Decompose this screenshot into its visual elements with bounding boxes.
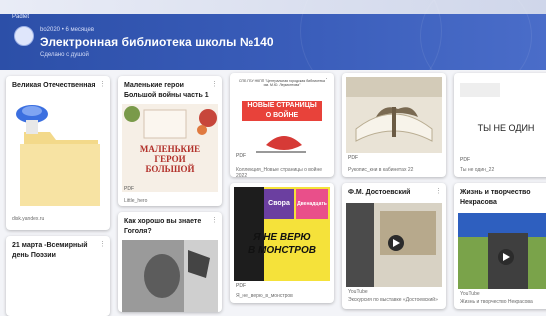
post-caption: Я_не_верю_в_монстров [236, 293, 293, 299]
video-thumbnail [458, 213, 546, 289]
book-title-line: Я НЕ ВЕРЮ [253, 232, 311, 243]
post-caption: Коллекция_Новые страницы о войне 2022 [236, 167, 322, 177]
book-cover-thumbnail: Свора Двенадцать Я НЕ ВЕРЮ В МОНСТРОВ [234, 187, 330, 281]
video-source: YouTube [460, 291, 480, 297]
post-caption: Ты не один_22 [460, 167, 495, 173]
post-card[interactable]: ⋮ ТЫ НЕ ОДИН PDF Ты не один_22 [454, 73, 546, 177]
post-caption: Экскурсия по выставке «Достоевский» [348, 297, 438, 303]
board-title: Электронная библиотека школы №140 [40, 35, 274, 49]
post-card[interactable]: Маленькие герои Большой войны часть 1 ⋮ … [118, 76, 222, 206]
book-title-line: В МОНСТРОВ [248, 245, 316, 256]
header-decoration [420, 0, 532, 70]
post-title: 21 марта -Всемирный день Поэзии [12, 242, 88, 259]
post-card[interactable]: Как хорошо вы знаете Гоголя? ⋮ [118, 212, 222, 312]
post-caption: Рукопис_кни в кабинетах 22 [348, 167, 414, 173]
book-tag: Двенадцать [296, 189, 328, 219]
post-card[interactable]: Великая Отечественная ⋮ disk.yandex.ru [6, 76, 110, 230]
post-card[interactable]: ⋮ PDF Рукопис_кни в кабинетах 22 [342, 73, 446, 177]
more-icon[interactable]: ⋮ [211, 80, 218, 88]
post-caption: Жизнь и творчество Некрасова [460, 299, 533, 305]
book-cover-thumbnail: ТЫ НЕ ОДИН [458, 81, 546, 153]
post-title: Великая Отечественная [12, 82, 96, 89]
more-icon[interactable]: ⋮ [211, 216, 218, 224]
book-title-line: ГЕРОИ [154, 154, 186, 164]
post-caption: Little_hero [124, 198, 148, 204]
book-title-line: НОВЫЕ СТРАНИЦЫ [247, 102, 317, 109]
avatar[interactable] [14, 26, 34, 46]
board-meta: bo2020 • 6 месяцев [40, 27, 95, 33]
folder-thumbnail [6, 94, 110, 212]
book-title-line: БОЛЬШОЙ [145, 164, 195, 174]
portrait-thumbnail [122, 240, 218, 312]
book-cover-thumbnail: МАЛЕНЬКИЕ ГЕРОИ БОЛЬШОЙ [122, 104, 218, 192]
video-source: YouTube [348, 289, 368, 295]
board-header: Padlet bo2020 • 6 месяцев Электронная би… [0, 0, 546, 70]
pdf-badge: PDF [124, 186, 134, 192]
post-title: Жизнь и творчество Некрасова [460, 189, 531, 206]
pdf-badge: PDF [348, 155, 358, 161]
post-card[interactable]: 21 марта -Всемирный день Поэзии ⋮ [6, 236, 110, 316]
board-subtitle: Сделано с душой [40, 52, 89, 58]
video-thumbnail [346, 203, 442, 287]
book-title-line: ТЫ НЕ ОДИН [477, 123, 535, 133]
post-title: Как хорошо вы знаете Гоголя? [124, 218, 202, 235]
post-card[interactable]: ⋮ СПБ ГБУ НКПП "Центральная городская би… [230, 73, 334, 177]
post-card[interactable]: Жизнь и творчество Некрасова ⋮ YouTube Ж… [454, 183, 546, 309]
pdf-badge: PDF [236, 153, 246, 159]
cover-header-text: СПБ ГБУ НКПП "Центральная городская библ… [239, 79, 325, 87]
open-book-thumbnail [346, 77, 442, 153]
pdf-badge: PDF [236, 283, 246, 289]
more-icon[interactable]: ⋮ [99, 240, 106, 248]
book-title-line: МАЛЕНЬКИЕ [139, 144, 201, 154]
more-icon[interactable]: ⋮ [99, 80, 106, 88]
pdf-badge: PDF [460, 157, 470, 163]
brand-label[interactable]: Padlet [12, 14, 29, 20]
post-card[interactable]: Свора Двенадцать Я НЕ ВЕРЮ В МОНСТРОВ PD… [230, 183, 334, 303]
post-title: Маленькие герои Большой войны часть 1 [124, 82, 209, 99]
more-icon[interactable]: ⋮ [435, 187, 442, 195]
book-title-line: О ВОЙНЕ [265, 112, 299, 119]
post-caption: disk.yandex.ru [12, 216, 45, 222]
post-card[interactable]: Ф.М. Достоевский ⋮ YouTube Экскурсия по … [342, 183, 446, 309]
post-title: Ф.М. Достоевский [348, 189, 411, 196]
book-cover-thumbnail: СПБ ГБУ НКПП "Центральная городская библ… [236, 79, 328, 159]
book-tag: Свора [264, 189, 294, 219]
